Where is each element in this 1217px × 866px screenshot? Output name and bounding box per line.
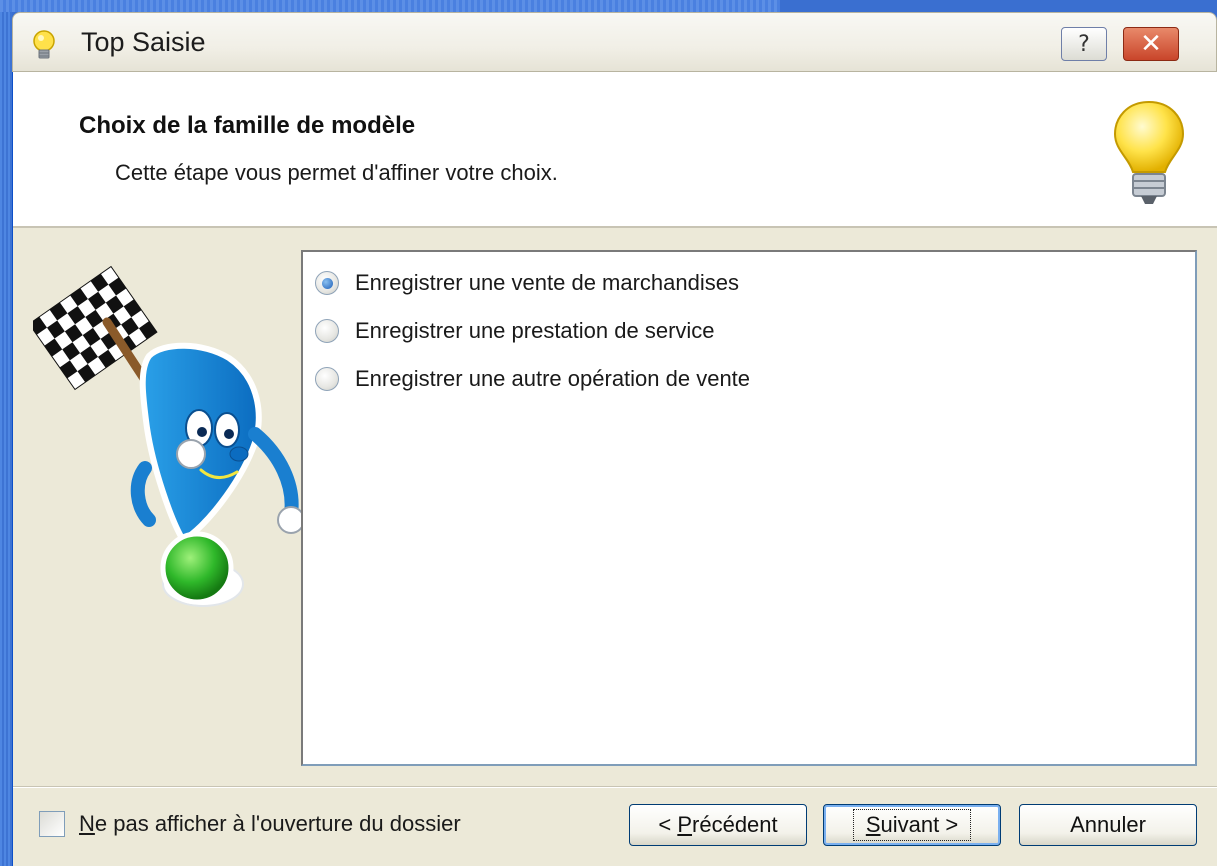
- radio-selected-dot: [321, 277, 333, 289]
- option-label: Enregistrer une vente de marchandises: [355, 270, 739, 295]
- footer-divider: [13, 786, 1217, 788]
- mascot-illustration: [33, 265, 305, 607]
- dont-show-label: Ne pas afficher à l'ouverture du dossier: [79, 811, 461, 836]
- close-button[interactable]: ✕: [1123, 27, 1179, 61]
- radio-button[interactable]: [315, 319, 339, 343]
- option-prestation-service[interactable]: Enregistrer une prestation de service: [315, 316, 715, 346]
- cancel-button[interactable]: Annuler: [1019, 804, 1197, 846]
- previous-button[interactable]: < Précédent: [629, 804, 807, 846]
- step-title: Choix de la famille de modèle: [79, 112, 416, 139]
- next-button[interactable]: Suivant >: [823, 804, 1001, 846]
- focus-rectangle: Suivant >: [852, 809, 972, 841]
- dialog-body: Choix de la famille de modèle Cette étap…: [12, 72, 1217, 866]
- model-family-list: Enregistrer une vente de marchandises En…: [301, 250, 1197, 766]
- lightbulb-icon: [33, 30, 55, 59]
- radio-button[interactable]: [315, 271, 339, 295]
- option-label: Enregistrer une prestation de service: [355, 318, 715, 343]
- window-title: Top Saisie: [81, 27, 206, 57]
- wizard-window: Top Saisie ? ✕ Choix de la famille de mo…: [12, 12, 1217, 866]
- lightbulb-icon: [1113, 100, 1185, 204]
- dont-show-checkbox[interactable]: [39, 811, 65, 837]
- title-bar[interactable]: Top Saisie ? ✕: [12, 12, 1217, 72]
- option-vente-marchandises[interactable]: Enregistrer une vente de marchandises: [315, 268, 739, 298]
- desktop-background: [0, 0, 12, 866]
- desktop-background-top: [0, 0, 780, 12]
- help-icon: ?: [1078, 31, 1090, 57]
- dont-show-checkbox-row[interactable]: Ne pas afficher à l'ouverture du dossier: [39, 806, 461, 842]
- help-button[interactable]: ?: [1061, 27, 1107, 61]
- option-label: Enregistrer une autre opération de vente: [355, 366, 751, 391]
- option-autre-operation[interactable]: Enregistrer une autre opération de vente: [315, 364, 750, 394]
- radio-button[interactable]: [315, 367, 339, 391]
- wizard-header: Choix de la famille de modèle Cette étap…: [13, 72, 1217, 228]
- step-subtitle: Cette étape vous permet d'affiner votre …: [115, 160, 558, 185]
- close-icon: ✕: [1140, 29, 1162, 59]
